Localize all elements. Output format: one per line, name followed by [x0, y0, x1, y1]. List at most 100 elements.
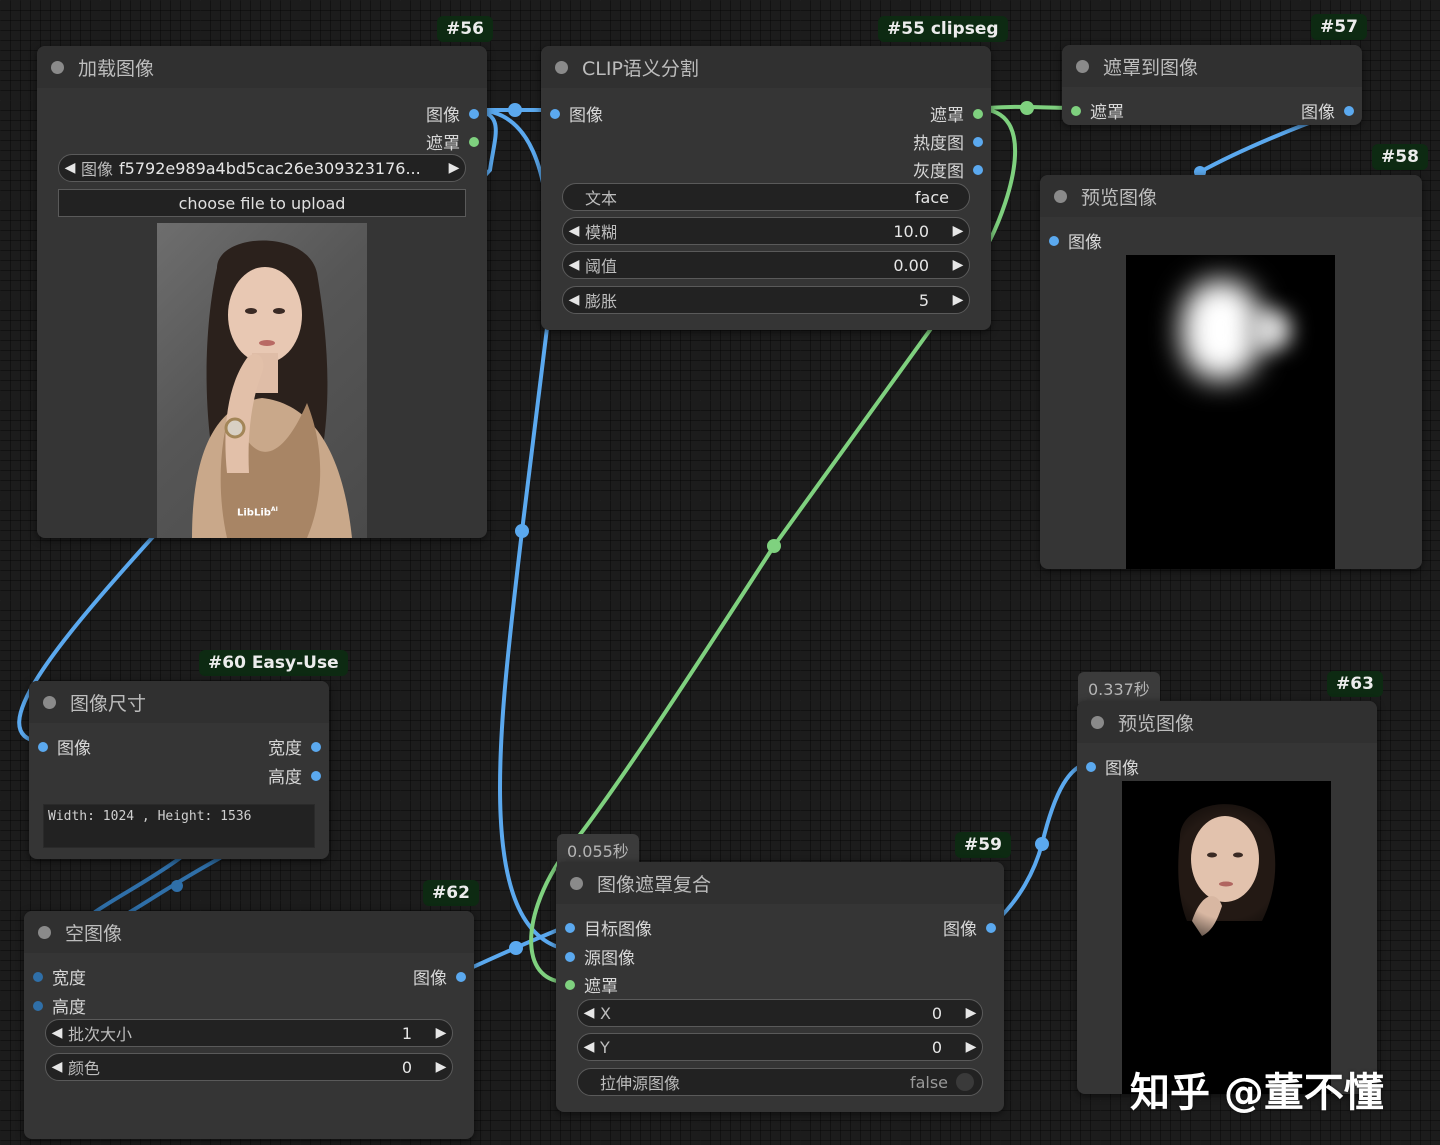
port-dot-icon[interactable]: [456, 971, 466, 982]
arrow-left-icon[interactable]: ◀: [46, 1059, 68, 1075]
empty-image-node[interactable]: 空图像 宽度 高度 图像 ◀ 批次大小 1 ▶ ◀ 颜色 0 ▶: [24, 911, 474, 1139]
port-dot-icon[interactable]: [38, 741, 48, 752]
output-width-port[interactable]: 宽度: [268, 734, 321, 759]
port-dot-icon[interactable]: [1071, 105, 1081, 116]
port-dot-icon[interactable]: [33, 971, 43, 982]
collapse-dot-icon[interactable]: [555, 60, 568, 74]
arrow-left-icon[interactable]: ◀: [563, 223, 585, 239]
port-dot-icon[interactable]: [311, 770, 321, 781]
batch-size-widget[interactable]: ◀ 批次大小 1 ▶: [45, 1019, 453, 1047]
text-prompt-field[interactable]: 文本 face: [562, 183, 970, 211]
input-width-port[interactable]: 宽度: [33, 964, 86, 989]
port-dot-icon[interactable]: [986, 922, 996, 933]
port-dot-icon[interactable]: [311, 741, 321, 752]
loaded-image-preview: LibLibAI: [157, 223, 367, 538]
arrow-left-icon[interactable]: ◀: [563, 292, 585, 308]
arrow-right-icon[interactable]: ▶: [947, 223, 969, 239]
resize-source-toggle[interactable]: 拉伸源图像 false: [577, 1068, 983, 1096]
output-mask-port[interactable]: 遮罩: [426, 129, 479, 154]
port-dot-icon[interactable]: [973, 108, 983, 119]
port-dot-icon[interactable]: [565, 922, 575, 933]
output-image-port[interactable]: 图像: [426, 101, 479, 126]
collapse-dot-icon[interactable]: [570, 876, 583, 890]
node-header[interactable]: 空图像: [24, 911, 474, 953]
arrow-left-icon[interactable]: ◀: [578, 1005, 600, 1021]
arrow-right-icon[interactable]: ▶: [430, 1025, 452, 1041]
port-dot-icon[interactable]: [1086, 761, 1096, 772]
input-height-port[interactable]: 高度: [33, 993, 86, 1018]
port-dot-icon[interactable]: [565, 951, 575, 962]
node-title: 遮罩到图像: [1103, 56, 1199, 79]
port-dot-icon[interactable]: [469, 108, 479, 119]
node-badge: #55 clipseg: [878, 16, 1008, 42]
x-widget[interactable]: ◀ X 0 ▶: [577, 999, 983, 1027]
threshold-widget[interactable]: ◀ 阈值 0.00 ▶: [562, 251, 970, 279]
output-heatmap-port[interactable]: 热度图: [913, 129, 983, 154]
output-image-port[interactable]: 图像: [1301, 98, 1354, 123]
node-header[interactable]: 图像遮罩复合: [556, 862, 1004, 904]
size-info-display: Width: 1024 , Height: 1536: [43, 804, 315, 848]
collapse-dot-icon[interactable]: [1054, 189, 1067, 203]
node-header[interactable]: 预览图像: [1040, 175, 1422, 217]
arrow-right-icon[interactable]: ▶: [430, 1059, 452, 1075]
color-widget[interactable]: ◀ 颜色 0 ▶: [45, 1053, 453, 1081]
port-dot-icon[interactable]: [565, 979, 575, 990]
toggle-knob-icon[interactable]: [956, 1073, 974, 1091]
output-mask-port[interactable]: 遮罩: [930, 101, 983, 126]
port-dot-icon[interactable]: [973, 164, 983, 175]
preview-image-node[interactable]: 预览图像 图像: [1077, 701, 1377, 1094]
image-select-widget[interactable]: ◀ 图像 f5792e989a4bd5cac26e309323176... ▶: [58, 154, 466, 182]
dilate-widget[interactable]: ◀ 膨胀 5 ▶: [562, 286, 970, 314]
collapse-dot-icon[interactable]: [1076, 59, 1089, 73]
arrow-right-icon[interactable]: ▶: [947, 257, 969, 273]
node-header[interactable]: 遮罩到图像: [1062, 45, 1362, 87]
port-dot-icon[interactable]: [973, 136, 983, 147]
blur-widget[interactable]: ◀ 模糊 10.0 ▶: [562, 217, 970, 245]
port-dot-icon[interactable]: [33, 1000, 43, 1011]
arrow-left-icon[interactable]: ◀: [578, 1039, 600, 1055]
output-grayscale-port[interactable]: 灰度图: [913, 157, 983, 182]
node-header[interactable]: 图像尺寸: [29, 681, 329, 723]
output-image-port[interactable]: 图像: [943, 915, 996, 940]
arrow-right-icon[interactable]: ▶: [443, 160, 465, 176]
arrow-left-icon[interactable]: ◀: [563, 257, 585, 273]
image-size-node[interactable]: 图像尺寸 图像 宽度 高度 Width: 1024 , Height: 1536: [29, 681, 329, 859]
load-image-node[interactable]: 加载图像 图像 遮罩 ◀ 图像 f5792e989a4bd5cac26e3093…: [37, 46, 487, 538]
output-image-port[interactable]: 图像: [413, 964, 466, 989]
input-image-port[interactable]: 图像: [550, 101, 603, 126]
node-header[interactable]: 预览图像: [1077, 701, 1377, 743]
node-header[interactable]: 加载图像: [37, 46, 487, 88]
clipseg-node[interactable]: CLIP语义分割 图像 遮罩 热度图 灰度图 文本 face ◀ 模糊 10.0…: [541, 46, 991, 330]
input-mask-port[interactable]: 遮罩: [1071, 98, 1124, 123]
arrow-right-icon[interactable]: ▶: [947, 292, 969, 308]
input-source-port[interactable]: 源图像: [565, 944, 635, 969]
input-destination-port[interactable]: 目标图像: [565, 915, 652, 940]
port-dot-icon[interactable]: [1344, 105, 1354, 116]
arrow-left-icon[interactable]: ◀: [46, 1025, 68, 1041]
preview-image-node[interactable]: 预览图像 图像: [1040, 175, 1422, 569]
wire-size-to-empty-width: [93, 856, 182, 914]
arrow-right-icon[interactable]: ▶: [960, 1005, 982, 1021]
node-badge: #58: [1372, 144, 1428, 170]
collapse-dot-icon[interactable]: [43, 695, 56, 709]
image-mask-composite-node[interactable]: 图像遮罩复合 目标图像 源图像 遮罩 图像 ◀ X 0 ▶ ◀ Y 0 ▶ 拉伸…: [556, 862, 1004, 1112]
collapse-dot-icon[interactable]: [1091, 715, 1104, 729]
input-mask-port[interactable]: 遮罩: [565, 972, 618, 997]
upload-button[interactable]: choose file to upload: [58, 189, 466, 217]
input-image-port[interactable]: 图像: [38, 734, 91, 759]
input-image-port[interactable]: 图像: [1086, 754, 1139, 779]
arrow-left-icon[interactable]: ◀: [59, 160, 81, 176]
port-dot-icon[interactable]: [469, 136, 479, 147]
input-image-port[interactable]: 图像: [1049, 228, 1102, 253]
node-header[interactable]: CLIP语义分割: [541, 46, 991, 88]
y-widget[interactable]: ◀ Y 0 ▶: [577, 1033, 983, 1061]
port-dot-icon[interactable]: [1049, 235, 1059, 246]
node-badge: #56: [437, 16, 493, 42]
collapse-dot-icon[interactable]: [51, 60, 64, 74]
arrow-right-icon[interactable]: ▶: [960, 1039, 982, 1055]
mask-to-image-node[interactable]: 遮罩到图像 遮罩 图像: [1062, 45, 1362, 125]
node-badge: #57: [1311, 14, 1367, 40]
output-height-port[interactable]: 高度: [268, 763, 321, 788]
port-dot-icon[interactable]: [550, 108, 560, 119]
collapse-dot-icon[interactable]: [38, 925, 51, 939]
